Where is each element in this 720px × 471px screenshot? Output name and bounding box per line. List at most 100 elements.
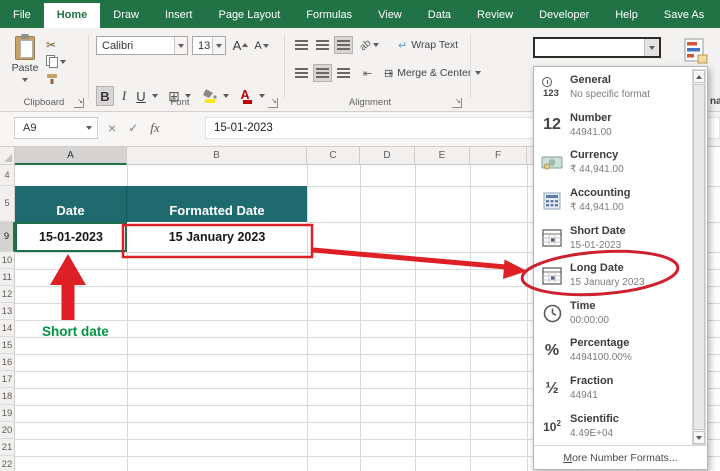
gridline: [360, 165, 361, 471]
conditional-formatting-icon[interactable]: [684, 38, 708, 64]
alignment-dialog-launcher[interactable]: ↘: [452, 98, 462, 108]
formula-value: 15-01-2023: [214, 122, 273, 134]
copy-button[interactable]: [46, 53, 82, 70]
cell-a9-selected[interactable]: 15-01-2023: [15, 222, 127, 252]
row-header-16[interactable]: 16: [0, 354, 15, 371]
format-option-fraction[interactable]: ½ Fraction 44941: [534, 370, 692, 408]
column-header-d[interactable]: D: [360, 147, 415, 165]
tab-review[interactable]: Review: [464, 3, 526, 28]
format-option-currency[interactable]: Currency ₹ 44,941.00: [534, 144, 692, 182]
tab-formulas[interactable]: Formulas: [293, 3, 365, 28]
format-option-number[interactable]: 12 Number 44941.00: [534, 107, 692, 145]
number-format-dropdown-arrow[interactable]: [644, 39, 659, 56]
row-header-10[interactable]: 10: [0, 252, 15, 269]
tab-home[interactable]: Home: [43, 3, 101, 28]
middle-align-button[interactable]: [313, 36, 332, 54]
font-size-dropdown-arrow[interactable]: [212, 37, 225, 54]
column-header-f[interactable]: F: [470, 147, 527, 165]
font-name-dropdown-arrow[interactable]: [174, 37, 187, 54]
name-box-value: A9: [23, 122, 37, 134]
format-option-time[interactable]: Time 00:00:00: [534, 295, 692, 333]
more-number-formats-item[interactable]: More Number Formats...: [534, 445, 707, 469]
row-header-22[interactable]: 22: [0, 456, 15, 471]
scroll-down-button[interactable]: [693, 431, 705, 444]
column-header-b[interactable]: B: [127, 147, 307, 165]
copy-dropdown-arrow[interactable]: [60, 59, 66, 64]
clipboard-dialog-launcher[interactable]: ↘: [74, 98, 84, 108]
row-header-15[interactable]: 15: [0, 337, 15, 354]
row-header-17[interactable]: 17: [0, 371, 15, 388]
tab-page-layout[interactable]: Page Layout: [205, 3, 293, 28]
align-left-button[interactable]: [292, 64, 311, 82]
dropdown-scrollbar[interactable]: [692, 69, 706, 445]
merge-center-button[interactable]: ⊟ Merge & Center: [384, 64, 482, 82]
row-header-14[interactable]: 14: [0, 320, 15, 337]
currency-icon: [534, 155, 570, 171]
tab-draw[interactable]: Draw: [100, 3, 152, 28]
paste-dropdown-arrow[interactable]: [22, 78, 28, 83]
column-header-c[interactable]: C: [307, 147, 360, 165]
wrap-text-button[interactable]: ↵ Wrap Text: [398, 36, 458, 54]
tab-file[interactable]: File: [0, 3, 44, 28]
tab-insert[interactable]: Insert: [152, 3, 206, 28]
row-header-9[interactable]: 9: [0, 222, 15, 252]
cell-b5[interactable]: Formatted Date: [127, 186, 307, 222]
cancel-button[interactable]: ×: [108, 120, 116, 136]
format-option-percentage[interactable]: % Percentage 4494100.00%: [534, 332, 692, 370]
row-header-4[interactable]: 4: [0, 165, 15, 186]
cell-a5[interactable]: Date: [15, 186, 127, 222]
name-box[interactable]: A9: [14, 117, 98, 139]
center-button[interactable]: [313, 64, 332, 82]
format-option-short-date[interactable]: Short Date 15-01-2023: [534, 219, 692, 257]
tab-developer[interactable]: Developer: [526, 3, 602, 28]
format-option-scientific[interactable]: 102 Scientific 4.49E+04: [534, 407, 692, 445]
name-box-dropdown-arrow[interactable]: [86, 126, 92, 130]
bottom-align-button[interactable]: [334, 36, 353, 54]
align-right-button[interactable]: [334, 64, 353, 82]
font-size-combo[interactable]: 13: [192, 36, 226, 55]
font-color-dropdown-arrow[interactable]: [257, 86, 267, 106]
format-option-sample-value: 44941: [570, 390, 598, 402]
italic-button[interactable]: I: [117, 86, 131, 106]
row-header-19[interactable]: 19: [0, 405, 15, 422]
row-header-5[interactable]: 5: [0, 186, 15, 222]
font-dialog-launcher[interactable]: ↘: [268, 98, 278, 108]
align-right-icon: [337, 68, 350, 78]
tab-save-as[interactable]: Save As: [651, 3, 717, 28]
column-header-a[interactable]: A: [15, 147, 127, 165]
number-format-combobox[interactable]: [533, 37, 661, 58]
cut-button[interactable]: ✂: [46, 36, 82, 53]
row-header-20[interactable]: 20: [0, 422, 15, 439]
format-option-long-date[interactable]: Long Date 15 January 2023: [534, 257, 692, 295]
format-option-accounting[interactable]: Accounting ₹ 44,941.00: [534, 182, 692, 220]
insert-function-button[interactable]: fx: [150, 120, 159, 136]
row-header-12[interactable]: 12: [0, 286, 15, 303]
font-color-button[interactable]: A: [238, 86, 256, 106]
row-header-11[interactable]: 11: [0, 269, 15, 286]
bold-button[interactable]: B: [96, 86, 114, 106]
tab-data[interactable]: Data: [415, 3, 464, 28]
top-align-button[interactable]: [292, 36, 311, 54]
format-option-general[interactable]: 123 General No specific format: [534, 69, 692, 107]
gridline: [470, 165, 471, 471]
format-option-sample-value: No specific format: [570, 89, 651, 101]
font-name-combo[interactable]: Calibri: [96, 36, 188, 55]
row-header-13[interactable]: 13: [0, 303, 15, 320]
orientation-button[interactable]: ab: [358, 36, 380, 54]
enter-button[interactable]: ✓: [128, 121, 138, 135]
tab-help[interactable]: Help: [602, 3, 651, 28]
row-header-18[interactable]: 18: [0, 388, 15, 405]
scroll-up-button[interactable]: [693, 70, 705, 83]
scrollbar-thumb[interactable]: [693, 84, 705, 430]
select-all-corner[interactable]: [0, 147, 15, 165]
column-header-e[interactable]: E: [415, 147, 470, 165]
paste-button[interactable]: Paste: [8, 34, 42, 92]
cell-b9[interactable]: 15 January 2023: [127, 222, 307, 252]
increase-font-size-button[interactable]: A: [231, 36, 250, 54]
percent-icon: %: [544, 341, 560, 359]
row-header-21[interactable]: 21: [0, 439, 15, 456]
decrease-indent-button[interactable]: ⇤: [358, 64, 377, 82]
tab-view[interactable]: View: [365, 3, 415, 28]
decrease-font-size-button[interactable]: A: [252, 37, 271, 55]
format-painter-button[interactable]: [46, 70, 82, 87]
